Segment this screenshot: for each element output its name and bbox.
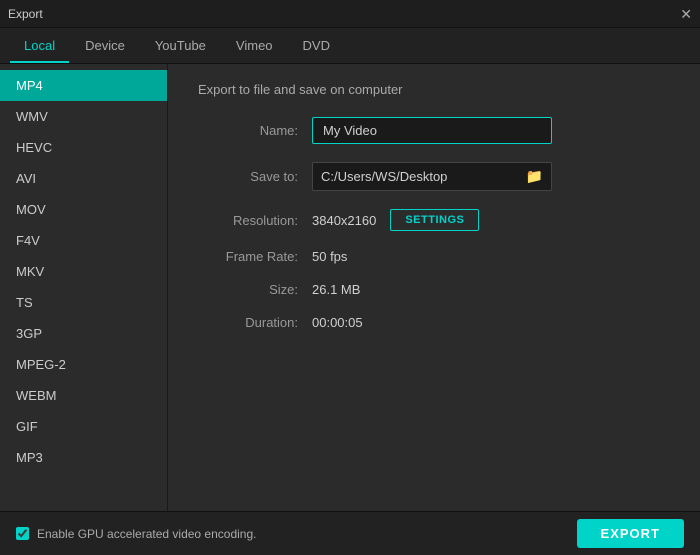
- tab-local[interactable]: Local: [10, 30, 69, 63]
- name-input[interactable]: [312, 117, 552, 144]
- size-label: Size:: [198, 282, 298, 297]
- sidebar-item-mov[interactable]: MOV: [0, 194, 167, 225]
- resolution-row: Resolution: 3840x2160 SETTINGS: [198, 209, 670, 231]
- saveto-row: Save to: C:/Users/WS/Desktop 📁: [198, 162, 670, 191]
- sidebar-item-avi[interactable]: AVI: [0, 163, 167, 194]
- sidebar-item-mp4[interactable]: MP4: [0, 70, 167, 101]
- gpu-label-text: Enable GPU accelerated video encoding.: [37, 527, 256, 541]
- tab-bar: Local Device YouTube Vimeo DVD: [0, 28, 700, 64]
- sidebar: MP4 WMV HEVC AVI MOV F4V MKV TS 3GP MPEG…: [0, 64, 168, 511]
- sidebar-item-mkv[interactable]: MKV: [0, 256, 167, 287]
- framerate-row: Frame Rate: 50 fps: [198, 249, 670, 264]
- resolution-value: 3840x2160: [312, 213, 376, 228]
- framerate-label: Frame Rate:: [198, 249, 298, 264]
- duration-row: Duration: 00:00:05: [198, 315, 670, 330]
- tab-device[interactable]: Device: [71, 30, 139, 63]
- resolution-container: 3840x2160 SETTINGS: [312, 209, 479, 231]
- name-row: Name:: [198, 117, 670, 144]
- saveto-label: Save to:: [198, 169, 298, 184]
- tab-dvd[interactable]: DVD: [289, 30, 344, 63]
- size-value: 26.1 MB: [312, 282, 360, 297]
- main-content: MP4 WMV HEVC AVI MOV F4V MKV TS 3GP MPEG…: [0, 64, 700, 511]
- sidebar-item-gif[interactable]: GIF: [0, 411, 167, 442]
- export-description: Export to file and save on computer: [198, 82, 670, 97]
- sidebar-item-f4v[interactable]: F4V: [0, 225, 167, 256]
- duration-value: 00:00:05: [312, 315, 363, 330]
- sidebar-item-wmv[interactable]: WMV: [0, 101, 167, 132]
- window-title: Export: [8, 7, 43, 21]
- title-bar: Export ✕: [0, 0, 700, 28]
- gpu-checkbox[interactable]: [16, 527, 29, 540]
- gpu-checkbox-label[interactable]: Enable GPU accelerated video encoding.: [16, 527, 256, 541]
- duration-label: Duration:: [198, 315, 298, 330]
- content-area: Export to file and save on computer Name…: [168, 64, 700, 511]
- name-label: Name:: [198, 123, 298, 138]
- sidebar-item-webm[interactable]: WEBM: [0, 380, 167, 411]
- sidebar-item-hevc[interactable]: HEVC: [0, 132, 167, 163]
- export-button[interactable]: EXPORT: [577, 519, 684, 548]
- tab-vimeo[interactable]: Vimeo: [222, 30, 287, 63]
- saveto-path: C:/Users/WS/Desktop: [321, 169, 526, 184]
- sidebar-item-3gp[interactable]: 3GP: [0, 318, 167, 349]
- sidebar-item-ts[interactable]: TS: [0, 287, 167, 318]
- saveto-container[interactable]: C:/Users/WS/Desktop 📁: [312, 162, 552, 191]
- framerate-value: 50 fps: [312, 249, 347, 264]
- sidebar-item-mp3[interactable]: MP3: [0, 442, 167, 473]
- close-button[interactable]: ✕: [680, 7, 692, 21]
- resolution-label: Resolution:: [198, 213, 298, 228]
- settings-button[interactable]: SETTINGS: [390, 209, 479, 231]
- folder-icon[interactable]: 📁: [526, 168, 543, 185]
- size-row: Size: 26.1 MB: [198, 282, 670, 297]
- sidebar-item-mpeg2[interactable]: MPEG-2: [0, 349, 167, 380]
- tab-youtube[interactable]: YouTube: [141, 30, 220, 63]
- footer: Enable GPU accelerated video encoding. E…: [0, 511, 700, 555]
